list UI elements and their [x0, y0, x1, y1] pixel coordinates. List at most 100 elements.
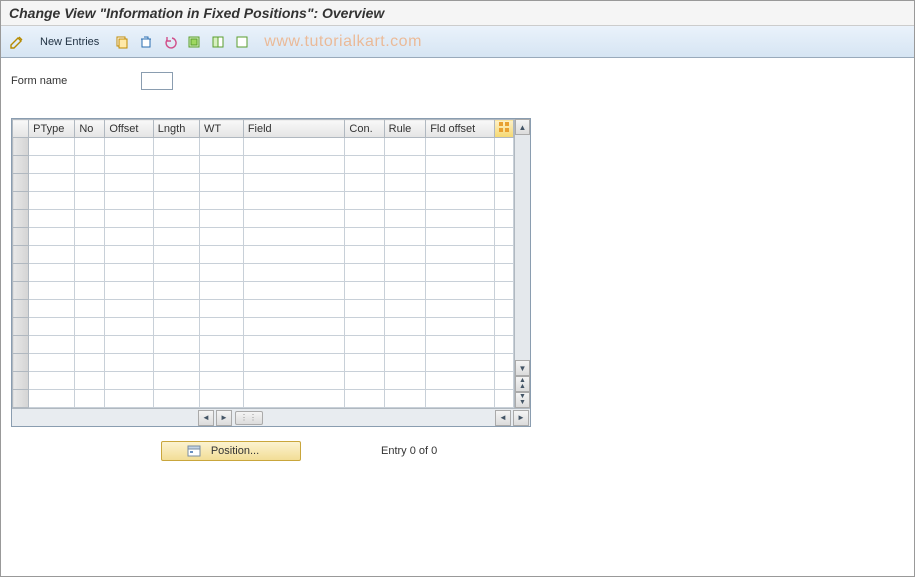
table-row[interactable]: [13, 156, 514, 174]
col-header[interactable]: Fld offset: [426, 120, 495, 138]
row-selector[interactable]: [13, 246, 29, 264]
table-cell[interactable]: [153, 282, 199, 300]
vertical-scrollbar[interactable]: ▲ ▼ ▲▲ ▼▼: [514, 119, 530, 408]
row-selector[interactable]: [13, 300, 29, 318]
table-cell[interactable]: [153, 300, 199, 318]
table-cell[interactable]: [384, 156, 426, 174]
table-cell[interactable]: [29, 300, 75, 318]
table-cell[interactable]: [29, 354, 75, 372]
col-header[interactable]: Offset: [105, 120, 153, 138]
table-cell[interactable]: [426, 174, 495, 192]
table-cell[interactable]: [105, 354, 153, 372]
col-header[interactable]: WT: [199, 120, 243, 138]
table-cell[interactable]: [384, 354, 426, 372]
row-selector[interactable]: [13, 210, 29, 228]
scroll-page-up-icon[interactable]: ▲▲: [515, 376, 530, 392]
table-cell[interactable]: [243, 264, 345, 282]
table-cell[interactable]: [345, 282, 384, 300]
table-cell[interactable]: [384, 210, 426, 228]
table-cell[interactable]: [105, 372, 153, 390]
table-cell[interactable]: [426, 138, 495, 156]
table-cell[interactable]: [243, 336, 345, 354]
table-cell[interactable]: [345, 156, 384, 174]
table-cell[interactable]: [384, 138, 426, 156]
table-cell[interactable]: [345, 210, 384, 228]
table-cell[interactable]: [199, 246, 243, 264]
table-row[interactable]: [13, 228, 514, 246]
col-header[interactable]: Con.: [345, 120, 384, 138]
table-cell[interactable]: [495, 264, 514, 282]
table-cell[interactable]: [426, 210, 495, 228]
table-cell[interactable]: [75, 354, 105, 372]
table-cell[interactable]: [243, 282, 345, 300]
table-row[interactable]: [13, 354, 514, 372]
col-header[interactable]: PType: [29, 120, 75, 138]
table-cell[interactable]: [345, 300, 384, 318]
form-name-input[interactable]: [141, 72, 173, 90]
scroll-left-icon[interactable]: ◄: [198, 410, 214, 426]
table-cell[interactable]: [426, 318, 495, 336]
table-cell[interactable]: [243, 210, 345, 228]
table-cell[interactable]: [29, 318, 75, 336]
table-cell[interactable]: [384, 282, 426, 300]
table-row[interactable]: [13, 372, 514, 390]
table-cell[interactable]: [105, 138, 153, 156]
table-cell[interactable]: [495, 318, 514, 336]
table-cell[interactable]: [495, 282, 514, 300]
row-selector[interactable]: [13, 192, 29, 210]
table-cell[interactable]: [426, 264, 495, 282]
table-cell[interactable]: [75, 372, 105, 390]
table-cell[interactable]: [243, 354, 345, 372]
table-cell[interactable]: [75, 228, 105, 246]
table-cell[interactable]: [426, 372, 495, 390]
table-cell[interactable]: [384, 390, 426, 408]
scroll-right-end-icon[interactable]: ►: [513, 410, 529, 426]
table-cell[interactable]: [426, 282, 495, 300]
table-cell[interactable]: [345, 336, 384, 354]
row-selector[interactable]: [13, 336, 29, 354]
table-cell[interactable]: [75, 246, 105, 264]
table-cell[interactable]: [105, 246, 153, 264]
table-cell[interactable]: [75, 174, 105, 192]
table-cell[interactable]: [495, 156, 514, 174]
table-cell[interactable]: [29, 210, 75, 228]
col-header[interactable]: Lngth: [153, 120, 199, 138]
row-selector-header[interactable]: [13, 120, 29, 138]
table-row[interactable]: [13, 300, 514, 318]
table-cell[interactable]: [199, 156, 243, 174]
col-header[interactable]: No: [75, 120, 105, 138]
table-cell[interactable]: [426, 336, 495, 354]
table-cell[interactable]: [29, 264, 75, 282]
table-cell[interactable]: [199, 300, 243, 318]
horizontal-scrollbar[interactable]: ◄ ► ⋮⋮ ◄ ►: [12, 408, 530, 426]
row-selector[interactable]: [13, 354, 29, 372]
row-selector[interactable]: [13, 264, 29, 282]
table-cell[interactable]: [199, 174, 243, 192]
table-cell[interactable]: [105, 192, 153, 210]
new-entries-button[interactable]: New Entries: [31, 33, 108, 51]
scroll-up-icon[interactable]: ▲: [515, 119, 530, 135]
table-cell[interactable]: [495, 336, 514, 354]
row-selector[interactable]: [13, 174, 29, 192]
table-cell[interactable]: [75, 300, 105, 318]
row-selector[interactable]: [13, 372, 29, 390]
row-selector[interactable]: [13, 156, 29, 174]
table-cell[interactable]: [105, 282, 153, 300]
table-cell[interactable]: [199, 228, 243, 246]
table-cell[interactable]: [153, 318, 199, 336]
table-cell[interactable]: [199, 390, 243, 408]
scroll-left-end-icon[interactable]: ◄: [495, 410, 511, 426]
table-cell[interactable]: [105, 300, 153, 318]
table-row[interactable]: [13, 336, 514, 354]
table-row[interactable]: [13, 246, 514, 264]
table-cell[interactable]: [426, 228, 495, 246]
table-cell[interactable]: [199, 282, 243, 300]
table-cell[interactable]: [199, 318, 243, 336]
table-cell[interactable]: [29, 336, 75, 354]
delete-icon[interactable]: [136, 32, 156, 52]
table-cell[interactable]: [495, 138, 514, 156]
table-cell[interactable]: [199, 336, 243, 354]
table-cell[interactable]: [426, 156, 495, 174]
table-cell[interactable]: [495, 300, 514, 318]
table-cell[interactable]: [495, 174, 514, 192]
